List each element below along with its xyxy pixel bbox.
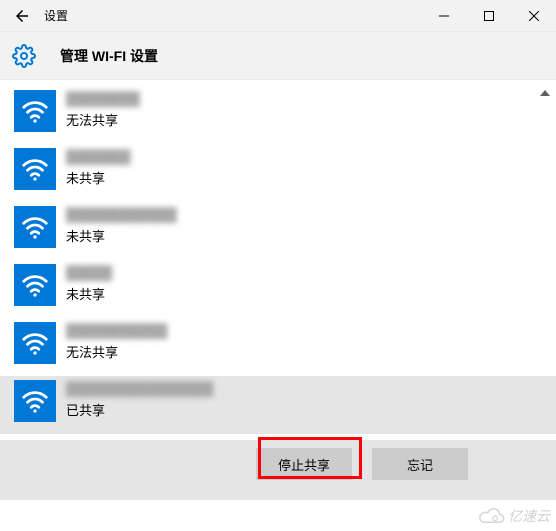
network-share-status: 未共享 [66,226,177,245]
action-bar: 停止共享 忘记 [0,440,556,500]
title-bar: 设置 [0,0,556,32]
network-info: ███████ 未共享 [66,148,130,187]
close-button[interactable] [511,0,556,32]
network-info: ████████ 无法共享 [66,90,140,129]
network-info: ████████████ 未共享 [66,206,177,245]
page-title: 管理 WI-FI 设置 [60,46,158,66]
wifi-network-item[interactable]: █████ 未共享 [0,260,556,318]
network-name: █████ [66,264,112,282]
watermark-text: 亿速云 [508,506,550,526]
wifi-network-item[interactable]: ████████████ 未共享 [0,202,556,260]
network-share-status: 未共享 [66,284,112,303]
wifi-signal-icon [14,380,56,422]
minimize-button[interactable] [421,0,466,32]
watermark: 亿速云 [478,505,550,527]
stop-sharing-button[interactable]: 停止共享 [256,448,352,480]
maximize-icon [484,11,494,21]
minimize-icon [439,11,449,21]
forget-button[interactable]: 忘记 [372,448,468,480]
network-info: ███████████ 无法共享 [66,322,167,361]
page-header: 管理 WI-FI 设置 [0,32,556,80]
network-info: █████ 未共享 [66,264,112,303]
wifi-network-item[interactable]: ████████████████ 已共享 [0,376,556,434]
close-icon [529,11,539,21]
app-title: 设置 [44,7,421,24]
network-share-status: 无法共享 [66,342,167,361]
arrow-left-icon [13,7,31,25]
network-info: ████████████████ 已共享 [66,380,213,419]
network-name: ████████ [66,90,140,108]
network-name: ███████████ [66,322,167,340]
wifi-signal-icon [14,90,56,132]
wifi-signal-icon [14,148,56,190]
wifi-signal-icon [14,206,56,248]
wifi-network-item[interactable]: ███████████ 无法共享 [0,318,556,376]
network-name: ███████ [66,148,130,166]
network-share-status: 未共享 [66,168,130,187]
back-button[interactable] [0,0,44,32]
window-controls [421,0,556,32]
wifi-signal-icon [14,322,56,364]
maximize-button[interactable] [466,0,511,32]
content-area: ████████无法共享███████未共享████████████未共享███… [0,80,556,531]
wifi-signal-icon [14,264,56,306]
cloud-icon [478,505,506,527]
network-share-status: 已共享 [66,400,213,419]
wifi-network-list: ████████无法共享███████未共享████████████未共享███… [0,80,556,440]
wifi-network-item[interactable]: ████████ 无法共享 [0,86,556,144]
settings-gear-icon [12,44,36,68]
network-name: ████████████████ [66,380,213,398]
network-name: ████████████ [66,206,177,224]
network-share-status: 无法共享 [66,110,140,129]
wifi-network-item[interactable]: ███████ 未共享 [0,144,556,202]
